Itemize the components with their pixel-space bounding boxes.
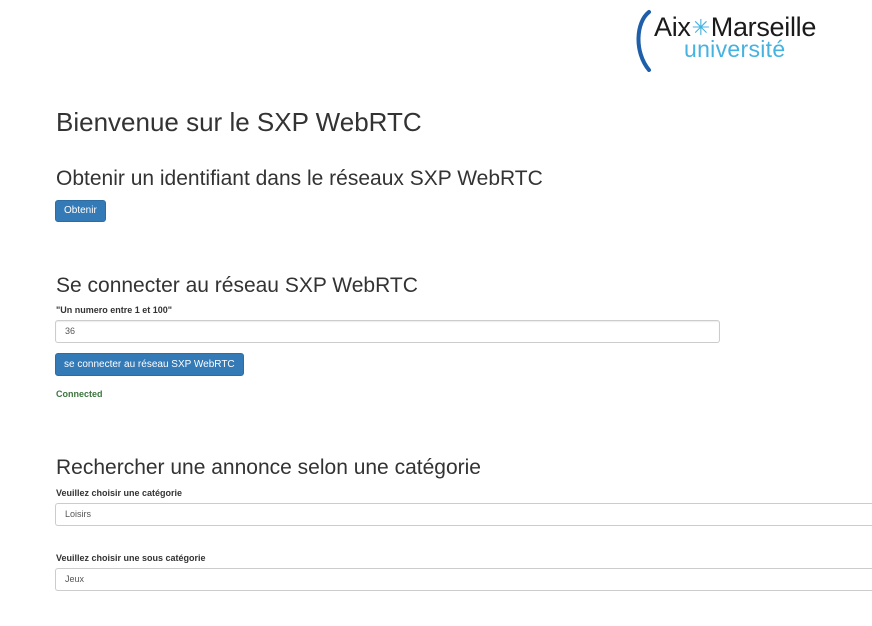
node-number-label: "Un numero entre 1 et 100" bbox=[56, 305, 173, 315]
identifier-section-title: Obtenir un identifiant dans le réseaux S… bbox=[56, 167, 543, 190]
search-section-title: Rechercher une annonce selon une catégor… bbox=[56, 456, 481, 479]
connect-section-title: Se connecter au réseau SXP WebRTC bbox=[56, 274, 418, 297]
subcategory-select[interactable]: Jeux bbox=[55, 568, 872, 591]
subcategory-label: Veuillez choisir une sous catégorie bbox=[56, 553, 206, 563]
category-select[interactable]: Loisirs bbox=[55, 503, 872, 526]
obtain-identifier-button[interactable]: Obtenir bbox=[55, 200, 106, 222]
category-label: Veuillez choisir une catégorie bbox=[56, 488, 183, 498]
connection-status: Connected bbox=[56, 389, 103, 399]
page-title: Bienvenue sur le SXP WebRTC bbox=[56, 107, 422, 137]
logo-word-universite: université bbox=[684, 36, 786, 62]
node-number-input[interactable]: 36 bbox=[55, 320, 720, 343]
aix-marseille-universite-logo: Aix✳Marseille université bbox=[630, 8, 830, 72]
page: Aix✳Marseille université Bienvenue sur l… bbox=[0, 0, 872, 626]
connect-network-button[interactable]: se connecter au réseau SXP WebRTC bbox=[55, 353, 244, 376]
